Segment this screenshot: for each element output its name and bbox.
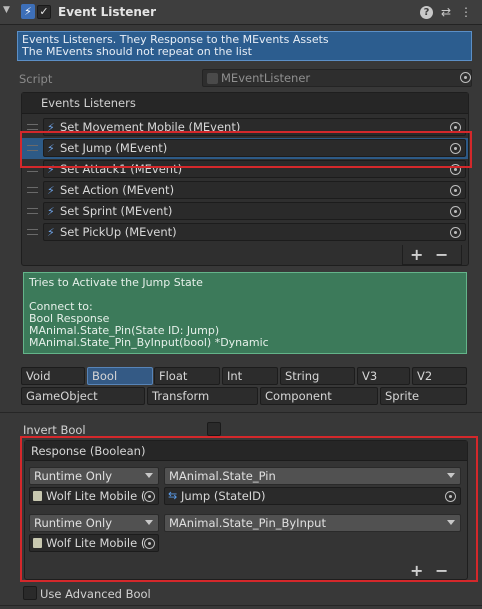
drag-handle-icon[interactable] — [27, 229, 38, 235]
mevent-icon: ⚡ — [47, 184, 55, 197]
event-field[interactable]: ⚡ Set PickUp (MEvent) — [43, 223, 466, 241]
tab-transform[interactable]: Transform — [147, 387, 258, 405]
event-field[interactable]: ⚡ Set Action (MEvent) — [43, 181, 466, 199]
object-picker-icon[interactable] — [460, 72, 471, 83]
script-field-value: MEventListener — [221, 71, 311, 85]
drag-handle-icon[interactable] — [27, 208, 38, 214]
component-enabled-checkbox[interactable]: ✓ — [37, 5, 51, 19]
drag-handle-icon[interactable] — [27, 187, 38, 193]
tab-float[interactable]: Float — [154, 367, 220, 385]
component-title: Event Listener — [58, 5, 156, 19]
object-picker-icon[interactable] — [450, 227, 461, 238]
invert-bool-label: Invert Bool — [23, 423, 86, 437]
object-picker-icon[interactable] — [450, 185, 461, 196]
tab-gameobject[interactable]: GameObject — [21, 387, 145, 405]
info-line-2: The MEvents should not repeat on the lis… — [22, 45, 252, 58]
event-field-label: Set PickUp (MEvent) — [60, 225, 177, 239]
script-label: Script — [19, 72, 53, 86]
tab-int[interactable]: Int — [222, 367, 278, 385]
description-note[interactable]: Tries to Activate the Jump State Connect… — [23, 272, 467, 354]
tab-string[interactable]: String — [280, 367, 355, 385]
mevent-icon: ⚡ — [47, 226, 55, 239]
divider — [0, 412, 482, 413]
tab-v3[interactable]: V3 — [357, 367, 410, 385]
note-line — [29, 289, 461, 301]
script-icon: ⚡ — [21, 4, 35, 19]
highlight-outline — [20, 131, 472, 168]
help-icon[interactable]: ? — [420, 6, 433, 19]
highlight-outline — [20, 436, 478, 582]
use-advanced-bool-label: Use Advanced Bool — [40, 587, 151, 601]
divider — [0, 605, 482, 606]
invert-bool-checkbox[interactable] — [207, 422, 221, 436]
mevent-icon: ⚡ — [47, 205, 55, 218]
note-line: MAnimal.State_Pin_ByInput(bool) *Dynamic — [29, 336, 269, 349]
event-listeners-title: Events Listeners — [41, 96, 136, 110]
add-item-button[interactable]: + — [410, 245, 423, 264]
event-field-label: Set Sprint (MEvent) — [60, 204, 173, 218]
context-menu-icon[interactable]: ⋮ — [458, 4, 474, 20]
tab-component[interactable]: Component — [260, 387, 378, 405]
note-line: Tries to Activate the Jump State — [29, 276, 203, 289]
tab-void[interactable]: Void — [21, 367, 85, 385]
object-picker-icon[interactable] — [450, 206, 461, 217]
use-advanced-bool-checkbox[interactable] — [23, 586, 37, 600]
script-field[interactable]: MEventListener — [202, 69, 472, 87]
foldout-arrow-icon[interactable]: ▼ — [3, 5, 10, 15]
event-field[interactable]: ⚡ Set Sprint (MEvent) — [43, 202, 466, 220]
tab-bool[interactable]: Bool — [87, 367, 153, 385]
tab-v2[interactable]: V2 — [412, 367, 467, 385]
remove-item-button[interactable]: − — [435, 245, 448, 264]
script-asset-icon — [207, 73, 218, 84]
drag-handle-icon[interactable] — [27, 124, 38, 130]
presets-icon[interactable]: ⇄ — [438, 4, 454, 20]
info-help-box: Events Listeners. They Response to the M… — [17, 31, 472, 61]
tab-sprite[interactable]: Sprite — [380, 387, 467, 405]
event-field-label: Set Action (MEvent) — [60, 183, 175, 197]
